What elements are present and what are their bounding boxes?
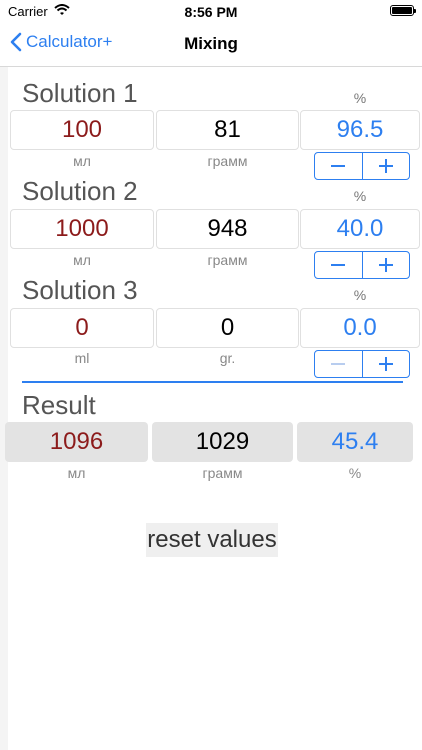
battery-icon [390, 5, 416, 16]
solution-3-percent-field[interactable]: 0.0 [300, 308, 420, 348]
solution-3-decrement-button[interactable] [315, 351, 362, 377]
solution-1-percent-field[interactable]: 96.5 [300, 110, 420, 150]
result-mass: 1029 [152, 422, 293, 462]
result-mass-unit: грамм [202, 465, 243, 481]
solution-2-increment-button[interactable] [361, 252, 410, 278]
solution-1-mass-unit: грамм [207, 153, 248, 169]
solution-3-mass-field[interactable]: 0 [156, 308, 299, 348]
reset-values-button[interactable]: reset values [146, 523, 278, 557]
solution-3-volume-unit: ml [74, 350, 90, 366]
solution-2-percent-stepper [314, 251, 410, 279]
minus-icon [331, 264, 346, 266]
solution-2-mass-unit: грамм [207, 252, 248, 268]
minus-icon [331, 363, 346, 365]
back-button[interactable]: Calculator+ [10, 32, 112, 52]
solution-2-title: Solution 2 [22, 176, 138, 206]
plus-icon [378, 258, 393, 272]
back-label: Calculator+ [26, 32, 113, 51]
solution-1-title: Solution 1 [22, 78, 138, 108]
result-volume-unit: мл [67, 465, 86, 481]
solution-2-percent-field[interactable]: 40.0 [300, 209, 420, 249]
previous-view-edge [0, 67, 8, 750]
solution-1-mass-field[interactable]: 81 [156, 110, 299, 150]
minus-icon [331, 165, 346, 167]
plus-icon [378, 357, 393, 371]
solution-1-increment-button[interactable] [361, 153, 410, 179]
chevron-left-icon [10, 32, 22, 52]
solution-2-mass-field[interactable]: 948 [156, 209, 299, 249]
solution-3-mass-unit: gr. [219, 350, 236, 366]
result-divider [22, 381, 403, 383]
navigation-bar: Calculator+ Mixing [0, 24, 422, 67]
solution-1-percent-label: % [353, 90, 367, 106]
result-volume: 1096 [5, 422, 148, 462]
solution-2-volume-unit: мл [73, 252, 91, 268]
result-percent: 45.4 [297, 422, 413, 462]
solution-3-percent-stepper [314, 350, 410, 378]
solution-2-percent-label: % [353, 188, 367, 204]
solution-3-percent-label: % [353, 287, 367, 303]
plus-icon [378, 159, 393, 173]
result-title: Result [22, 390, 96, 420]
solution-2-decrement-button[interactable] [315, 252, 362, 278]
status-bar: Carrier 8:56 PM [0, 0, 422, 24]
clock: 8:56 PM [184, 4, 238, 20]
result-percent-unit: % [348, 465, 362, 481]
solution-1-decrement-button[interactable] [315, 153, 362, 179]
solution-1-volume-field[interactable]: 100 [10, 110, 154, 150]
solution-1-percent-stepper [314, 152, 410, 180]
solution-1-volume-unit: мл [73, 153, 91, 169]
solution-3-increment-button[interactable] [361, 351, 410, 377]
solution-3-title: Solution 3 [22, 275, 138, 305]
solution-2-volume-field[interactable]: 1000 [10, 209, 154, 249]
solution-3-volume-field[interactable]: 0 [10, 308, 154, 348]
